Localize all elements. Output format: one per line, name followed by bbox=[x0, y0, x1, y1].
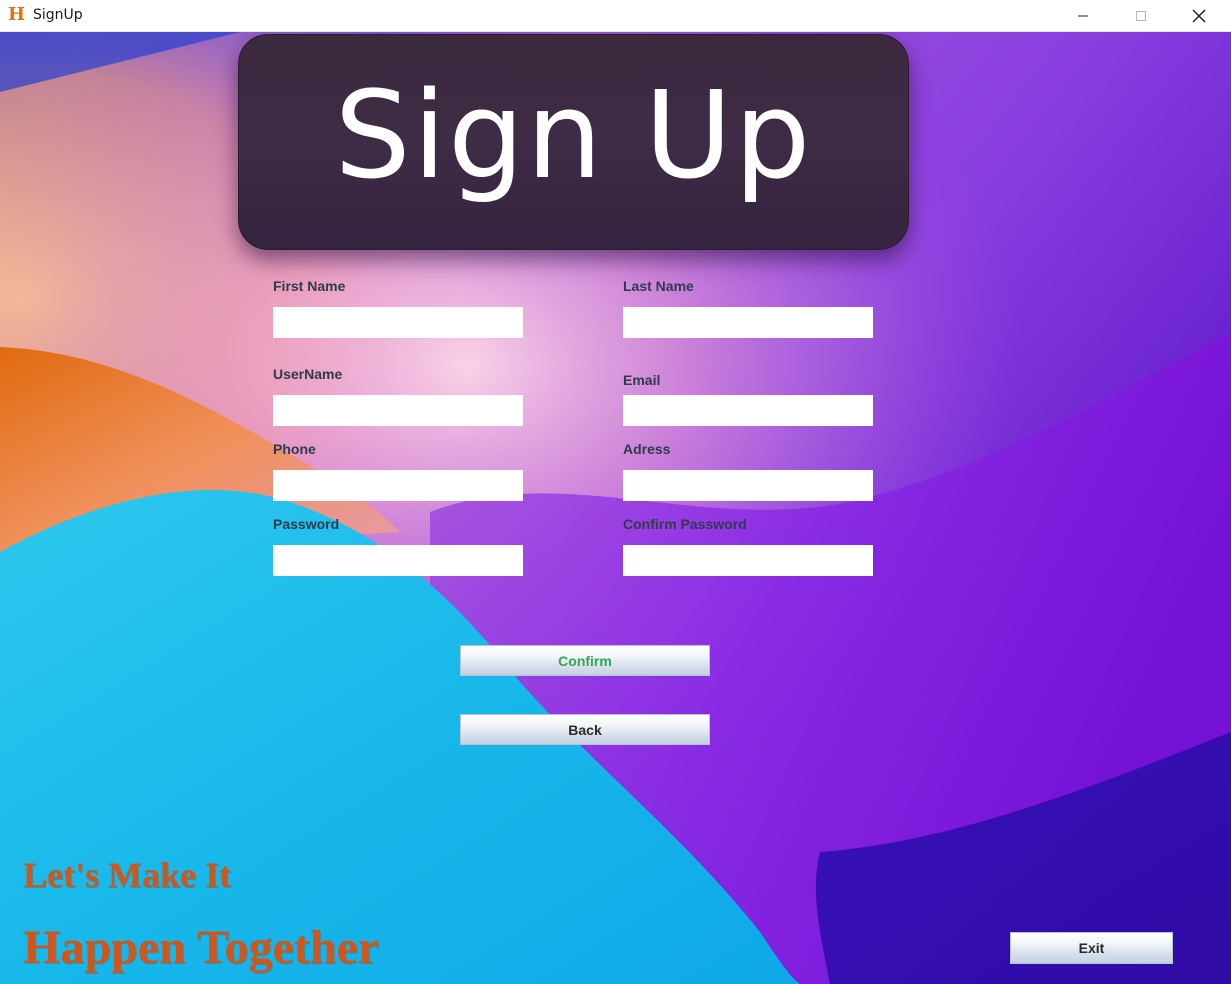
first-name-label: First Name bbox=[273, 278, 346, 294]
close-icon bbox=[1192, 9, 1206, 22]
address-label: Adress bbox=[623, 441, 671, 457]
password-input[interactable] bbox=[273, 545, 523, 576]
close-button[interactable] bbox=[1170, 0, 1228, 31]
exit-button-label: Exit bbox=[1078, 940, 1105, 956]
address-input[interactable] bbox=[623, 470, 873, 501]
phone-input[interactable] bbox=[273, 470, 523, 501]
first-name-input[interactable] bbox=[273, 307, 523, 338]
back-button[interactable]: Back bbox=[460, 714, 710, 745]
maximize-button[interactable] bbox=[1112, 0, 1170, 31]
signup-window: H SignUp Sign Up First Name Last Name Us… bbox=[0, 0, 1231, 984]
email-input[interactable] bbox=[623, 395, 873, 426]
last-name-label: Last Name bbox=[623, 278, 694, 294]
username-label: UserName bbox=[273, 366, 343, 382]
minimize-button[interactable] bbox=[1054, 0, 1112, 31]
confirm-button-label: Confirm bbox=[558, 652, 612, 669]
minimize-icon bbox=[1078, 15, 1088, 16]
content-area: Sign Up First Name Last Name UserName Em… bbox=[0, 32, 1231, 984]
exit-button[interactable]: Exit bbox=[1010, 932, 1173, 964]
phone-label: Phone bbox=[273, 441, 316, 457]
banner-title: Sign Up bbox=[334, 66, 813, 206]
email-label: Email bbox=[623, 372, 661, 388]
h-app-icon: H bbox=[8, 4, 26, 25]
slogan-line-1: Let's Make It bbox=[23, 855, 231, 895]
slogan-line-2: Happen Together bbox=[23, 921, 380, 974]
username-input[interactable] bbox=[273, 395, 523, 426]
maximize-icon bbox=[1136, 10, 1146, 21]
window-title: SignUp bbox=[33, 7, 83, 23]
back-button-label: Back bbox=[568, 721, 602, 738]
last-name-input[interactable] bbox=[623, 307, 873, 338]
confirm-password-label: Confirm Password bbox=[623, 516, 747, 532]
password-label: Password bbox=[273, 516, 340, 532]
confirm-button[interactable]: Confirm bbox=[460, 645, 710, 676]
title-bar: H SignUp bbox=[0, 0, 1231, 32]
confirm-password-input[interactable] bbox=[623, 545, 873, 576]
sign-up-banner: Sign Up bbox=[238, 34, 909, 250]
